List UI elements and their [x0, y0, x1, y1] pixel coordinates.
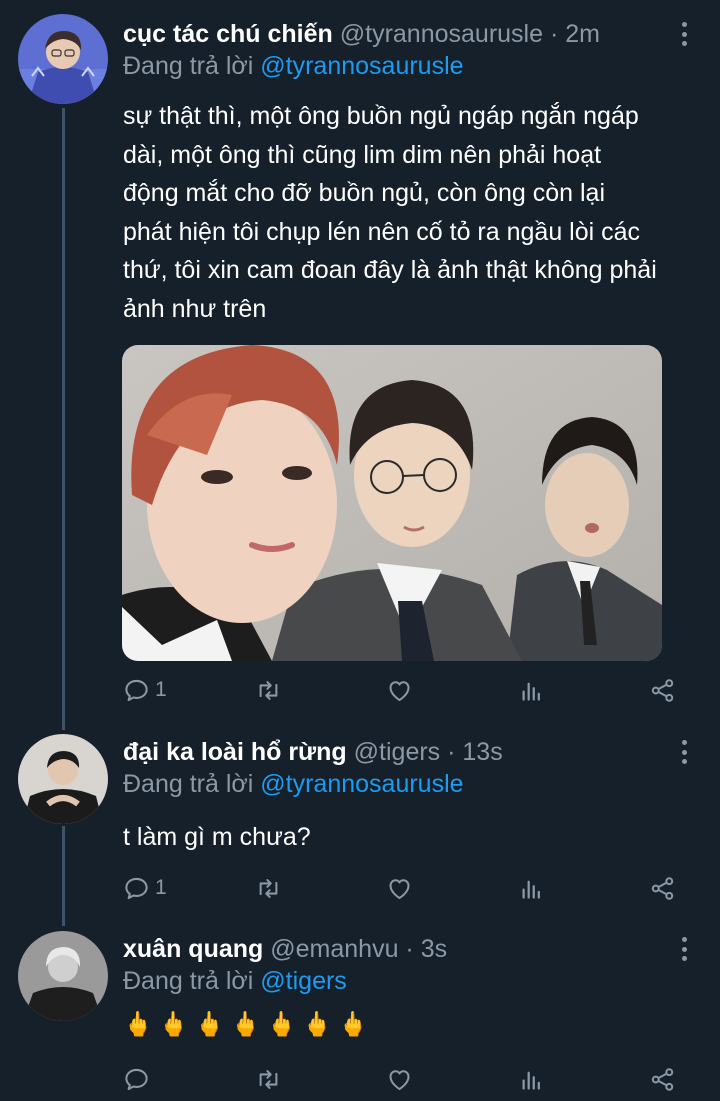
- views-button[interactable]: [518, 1061, 545, 1097]
- retweet-icon: [255, 677, 282, 704]
- replying-to-mention[interactable]: @tigers: [260, 967, 347, 995]
- tweet-text: 🖕🖕🖕🖕🖕🖕🖕: [123, 1011, 375, 1038]
- share-icon: [649, 1066, 676, 1093]
- retweet-button[interactable]: [255, 870, 282, 906]
- share-icon: [649, 875, 676, 902]
- tweet-header: cục tác chú chiến @tyrannosaurusle · 2m: [123, 20, 600, 49]
- separator-dot: ·: [543, 20, 566, 48]
- reply-button[interactable]: 1: [123, 672, 167, 708]
- replying-to-label: Đang trả lời: [123, 52, 261, 80]
- replying-to: Đang trả lời @tyrannosaurusle: [123, 52, 464, 81]
- like-icon: [386, 677, 413, 704]
- more-options-icon[interactable]: [680, 22, 688, 46]
- views-icon: [518, 677, 545, 704]
- retweet-button[interactable]: [255, 672, 282, 708]
- user-handle[interactable]: @emanhvu: [270, 935, 398, 963]
- separator-dot: ·: [440, 738, 463, 766]
- share-button[interactable]: [649, 672, 676, 708]
- tweet-header: xuân quang @emanhvu · 3s: [123, 935, 447, 964]
- replying-to: Đang trả lời @tyrannosaurusle: [123, 770, 464, 799]
- like-button[interactable]: [386, 1061, 413, 1097]
- tweet-actions: [123, 1061, 683, 1101]
- views-icon: [518, 1066, 545, 1093]
- tweet[interactable]: đại ka loài hổ rừng @tigers · 13s Đang t…: [0, 718, 720, 918]
- like-icon: [386, 875, 413, 902]
- views-button[interactable]: [518, 870, 545, 906]
- avatar[interactable]: [18, 14, 108, 104]
- retweet-icon: [255, 875, 282, 902]
- display-name[interactable]: cục tác chú chiến: [123, 20, 333, 48]
- display-name[interactable]: xuân quang: [123, 935, 263, 963]
- tweet-actions: 1: [123, 672, 683, 712]
- tweet-text: sự thật thì, một ông buồn ngủ ngáp ngắn …: [123, 97, 703, 328]
- tweet-text-line: thứ, tôi xin cam đoan đây là ảnh thật kh…: [123, 256, 657, 284]
- reply-icon: [123, 1066, 150, 1093]
- tweet-text-line: động mắt cho đỡ buồn ngủ, còn ông còn lạ…: [123, 179, 606, 207]
- replying-to-label: Đang trả lời: [123, 967, 261, 995]
- tweet-text-line: sự thật thì, một ông buồn ngủ ngáp ngắn …: [123, 102, 639, 130]
- tweet-photo[interactable]: [122, 345, 662, 661]
- reply-icon: [123, 875, 150, 902]
- separator-dot: ·: [398, 935, 421, 963]
- tweet-text-line: ảnh như trên: [123, 294, 267, 323]
- retweet-button[interactable]: [255, 1061, 282, 1097]
- retweet-icon: [255, 1066, 282, 1093]
- views-button[interactable]: [518, 672, 545, 708]
- replying-to-mention[interactable]: @tyrannosaurusle: [260, 52, 463, 80]
- like-button[interactable]: [386, 672, 413, 708]
- reply-icon: [123, 677, 150, 704]
- avatar[interactable]: [18, 931, 108, 1021]
- reply-count: 1: [155, 876, 167, 899]
- display-name[interactable]: đại ka loài hổ rừng: [123, 738, 347, 766]
- user-handle[interactable]: @tigers: [354, 738, 441, 766]
- like-icon: [386, 1066, 413, 1093]
- share-button[interactable]: [649, 1061, 676, 1097]
- reply-count: 1: [155, 678, 167, 701]
- tweet-text-line: dài, một ông thì cũng lim dim nên phải h…: [123, 140, 602, 169]
- timestamp[interactable]: 13s: [462, 738, 502, 766]
- reply-button[interactable]: [123, 1061, 155, 1097]
- more-options-icon[interactable]: [680, 937, 688, 961]
- like-button[interactable]: [386, 870, 413, 906]
- avatar[interactable]: [18, 734, 108, 824]
- tweet-text: t làm gì m chưa?: [123, 818, 703, 857]
- timestamp[interactable]: 2m: [565, 20, 600, 48]
- more-options-icon[interactable]: [680, 740, 688, 764]
- replying-to-mention[interactable]: @tyrannosaurusle: [260, 770, 463, 798]
- tweet[interactable]: xuân quang @emanhvu · 3s Đang trả lời @t…: [0, 915, 720, 1101]
- user-handle[interactable]: @tyrannosaurusle: [340, 20, 543, 48]
- tweet[interactable]: cục tác chú chiến @tyrannosaurusle · 2m …: [0, 0, 720, 730]
- tweet-text-line: phát hiện tôi chụp lén nên cố tỏ ra ngầu…: [123, 217, 641, 246]
- share-icon: [649, 677, 676, 704]
- tweet-header: đại ka loài hổ rừng @tigers · 13s: [123, 738, 503, 767]
- share-button[interactable]: [649, 870, 676, 906]
- replying-to-label: Đang trả lời: [123, 770, 261, 798]
- timestamp[interactable]: 3s: [421, 935, 447, 963]
- views-icon: [518, 875, 545, 902]
- tweet-text-line: t làm gì m chưa?: [123, 823, 311, 851]
- replying-to: Đang trả lời @tigers: [123, 967, 347, 996]
- reply-button[interactable]: 1: [123, 870, 167, 906]
- tweet-actions: 1: [123, 870, 683, 910]
